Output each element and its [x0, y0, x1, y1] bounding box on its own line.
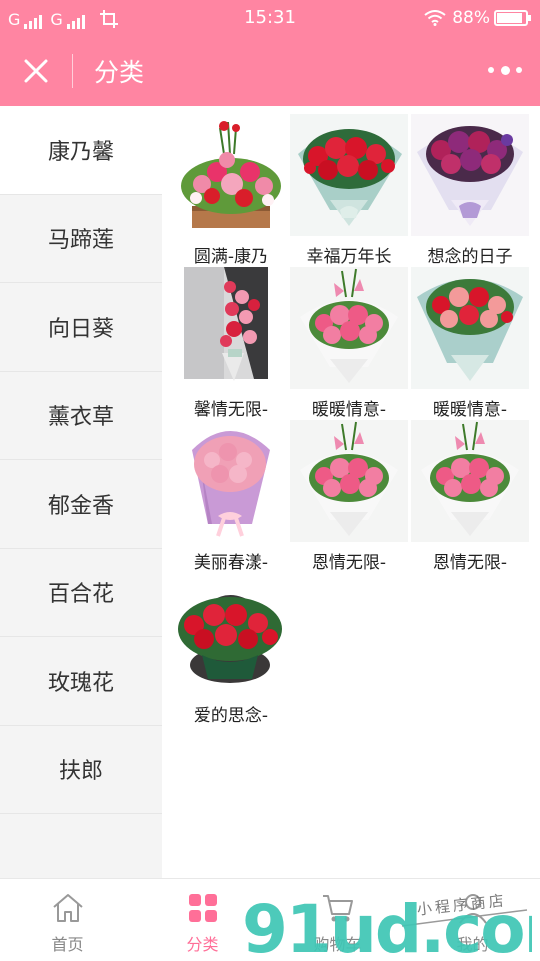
tab-category-label: 分类: [186, 935, 219, 954]
tab-cart-label: 购物车: [313, 935, 362, 954]
product-name: 幸福万年长: [306, 247, 392, 267]
sidebar-item-calla-lily[interactable]: 马蹄莲: [0, 194, 162, 283]
tab-bar: 首页 分类 购物车 我的: [0, 878, 540, 960]
product-card[interactable]: 恩情无限-: [411, 420, 529, 573]
status-right: 88%: [424, 8, 531, 28]
cart-icon: [322, 895, 353, 922]
red-bouquet-image: [290, 114, 408, 236]
sidebar-item-sunflower[interactable]: 向日葵: [0, 283, 162, 372]
boxed-carnations-image: [184, 267, 268, 381]
product-name: 爱的思念-: [193, 706, 269, 726]
product-name: 恩情无限-: [311, 553, 387, 573]
product-card[interactable]: 暖暖情意-: [290, 267, 408, 420]
pink-lily-bouquet-image: [290, 267, 408, 389]
tab-home[interactable]: 首页: [0, 879, 135, 961]
user-icon: [458, 894, 487, 924]
product-name: 暖暖情意-: [432, 400, 508, 420]
product-card[interactable]: 馨情无限-: [172, 267, 290, 420]
pink-lily-bouquet-image: [411, 420, 529, 542]
product-card[interactable]: 暖暖情意-: [411, 267, 529, 420]
product-panel: 圆满-康乃 幸福万年长 想念的日子 馨情无限- 暖暖情意- 暖暖情意- 美丽春漾…: [162, 106, 540, 878]
pink-carnation-cone-image: [192, 431, 270, 537]
page-title: 分类: [94, 58, 145, 87]
tab-cart[interactable]: 购物车: [270, 879, 405, 961]
tab-profile-label: 我的: [456, 935, 489, 954]
home-icon: [52, 894, 83, 922]
carnation-basket-image: [181, 121, 281, 228]
product-card[interactable]: 美丽春漾-: [172, 420, 290, 573]
product-card[interactable]: 幸福万年长: [290, 114, 408, 267]
nav-divider: [72, 54, 73, 88]
product-card[interactable]: 圆满-康乃: [172, 114, 290, 267]
sidebar-item-gerbera[interactable]: 扶郎: [0, 725, 162, 814]
red-rose-basket-image: [178, 595, 282, 683]
product-card[interactable]: 爱的思念-: [172, 573, 290, 726]
sidebar-item-lavender[interactable]: 薰衣草: [0, 371, 162, 460]
wifi-icon: [424, 10, 446, 26]
sidebar-item-rose[interactable]: 玫瑰花: [0, 637, 162, 726]
more-options-icon[interactable]: [488, 62, 522, 78]
product-name: 美丽春漾-: [193, 553, 269, 573]
product-card[interactable]: 想念的日子: [411, 114, 529, 267]
tab-home-label: 首页: [51, 935, 84, 954]
product-name: 馨情无限-: [193, 400, 269, 420]
tab-category[interactable]: 分类: [135, 879, 270, 961]
pink-lily-bouquet-image: [290, 420, 408, 542]
product-name: 想念的日子: [427, 247, 513, 267]
sidebar-item-lily[interactable]: 百合花: [0, 548, 162, 637]
nav-bar: 分类: [0, 36, 540, 106]
product-name: 暖暖情意-: [311, 400, 387, 420]
battery-icon: [494, 10, 531, 26]
sidebar-item-tulip[interactable]: 郁金香: [0, 460, 162, 549]
product-name: 恩情无限-: [432, 553, 508, 573]
product-name: 圆满-康乃: [193, 247, 269, 267]
category-icon: [188, 894, 217, 922]
battery-percent: 88%: [452, 8, 490, 28]
category-sidebar: 康乃馨 马蹄莲 向日葵 薰衣草 郁金香 百合花 玫瑰花 扶郎: [0, 106, 162, 878]
status-bar: G G 15:31 88%: [0, 0, 540, 36]
tab-profile[interactable]: 我的: [405, 879, 540, 961]
product-card[interactable]: 恩情无限-: [290, 420, 408, 573]
purple-bouquet-image: [411, 114, 529, 236]
sidebar-item-carnation[interactable]: 康乃馨: [0, 106, 162, 195]
close-icon[interactable]: [20, 55, 52, 87]
pink-red-roses-image: [411, 267, 529, 389]
